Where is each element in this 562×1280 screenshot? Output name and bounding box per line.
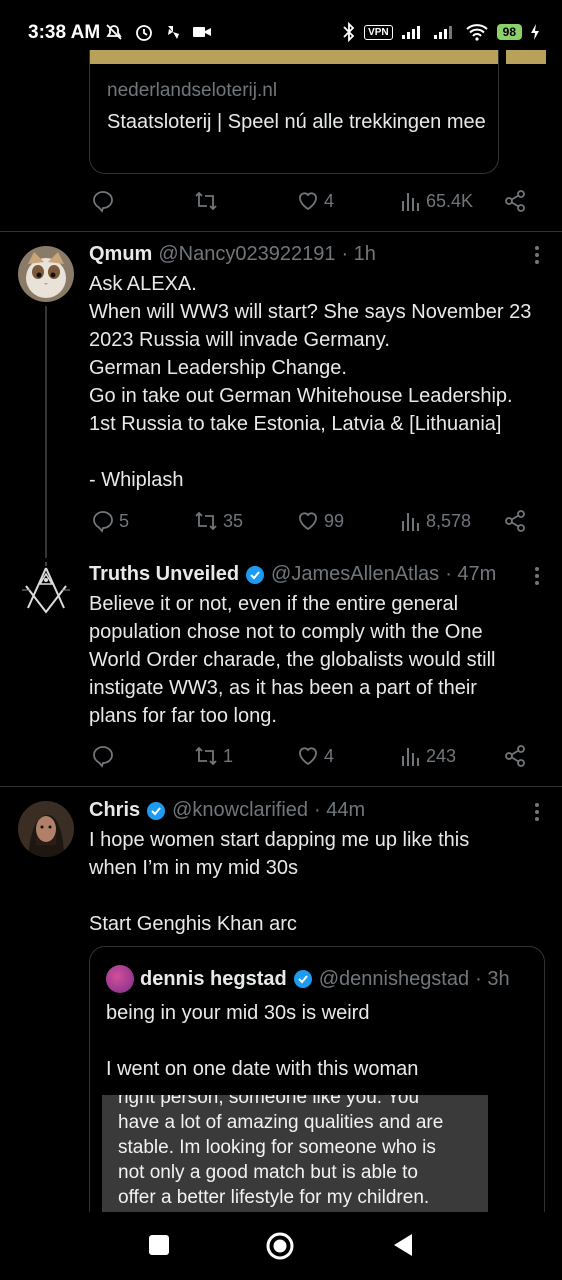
reply-icon <box>91 189 115 213</box>
mute-bell-icon <box>104 22 124 42</box>
quote-author-handle: @dennishegstad <box>318 967 470 990</box>
link-card-title[interactable]: Staatsloterij | Speel nú alle trekkingen… <box>107 108 487 136</box>
heart-icon <box>296 509 320 533</box>
reply-icon <box>91 509 115 533</box>
share-icon <box>503 509 527 533</box>
quote-image[interactable]: right person, someone like you. You have… <box>102 1095 488 1213</box>
tweet1-actions: 5 35 99 8,578 <box>89 509 539 537</box>
tweet1-text: Ask ALEXA. When will WW3 will start? She… <box>89 273 532 491</box>
quote-time: · 3h <box>475 967 510 990</box>
tweet0-actions: 4 65.4K <box>89 189 539 217</box>
views-button[interactable]: 8,578 <box>400 509 471 533</box>
signal-2-icon <box>433 24 457 40</box>
share-icon <box>503 744 527 768</box>
quoted-tweet[interactable]: dennis hegstad @dennishegstad · 3h being… <box>89 946 545 1236</box>
more-options-icon[interactable] <box>534 244 540 272</box>
reply-icon <box>91 744 115 768</box>
tweet-time[interactable]: · 1h <box>341 243 375 266</box>
share-icon <box>503 189 527 213</box>
more-options-icon[interactable] <box>534 565 540 593</box>
verified-badge-icon <box>146 801 166 821</box>
reply-button[interactable]: 5 <box>91 509 129 533</box>
navigation-bar <box>0 1212 562 1280</box>
wifi-icon <box>465 23 489 41</box>
views-chart-icon <box>400 744 422 768</box>
divider <box>0 786 562 787</box>
link-card-image-next[interactable] <box>506 50 546 64</box>
tweet2-header: Truths Unveiled @JamesAllenAtlas · 47m <box>89 563 496 586</box>
quote-author-name: dennis hegstad <box>140 967 287 990</box>
verified-badge-icon <box>293 969 313 989</box>
tweet3-text: I hope women start dapping me up like th… <box>89 829 470 935</box>
retweet-icon <box>193 744 219 768</box>
retweet-icon <box>193 509 219 533</box>
tweet-time[interactable]: · 47m <box>445 563 496 586</box>
charging-icon <box>530 23 540 41</box>
share-button[interactable] <box>503 189 527 213</box>
quote-avatar <box>106 965 134 993</box>
author-handle[interactable]: @Nancy023922191 <box>158 243 335 266</box>
signal-icon <box>401 24 425 40</box>
views-chart-icon <box>400 509 422 533</box>
avatar[interactable] <box>18 246 74 302</box>
alarm-icon <box>134 22 154 42</box>
heart-icon <box>296 189 320 213</box>
home-circle-icon[interactable] <box>266 1232 294 1265</box>
verified-badge-icon <box>245 565 265 585</box>
author-name[interactable]: Truths Unveiled <box>89 563 239 586</box>
author-handle[interactable]: @JamesAllenAtlas <box>271 563 439 586</box>
video-camera-icon <box>192 24 212 40</box>
quote-text: being in your mid 30s is weird I went on… <box>106 1002 419 1080</box>
divider <box>0 231 562 232</box>
reply-button[interactable] <box>91 744 119 768</box>
views-button[interactable]: 243 <box>400 744 456 768</box>
avatar[interactable] <box>18 801 74 857</box>
like-button[interactable]: 99 <box>296 509 344 533</box>
heart-icon <box>296 744 320 768</box>
like-button[interactable]: 4 <box>296 189 334 213</box>
bluetooth-icon <box>342 22 356 42</box>
reply-button[interactable] <box>91 189 119 213</box>
tweet2-text: Believe it or not, even if the entire ge… <box>89 593 496 727</box>
retweet-button[interactable]: 35 <box>193 509 243 533</box>
tweet-time[interactable]: · 44m <box>314 799 365 822</box>
tweet3-header: Chris @knowclarified · 44m <box>89 799 365 822</box>
vpn-badge: VPN <box>364 24 393 40</box>
views-button[interactable]: 65.4K <box>400 189 473 213</box>
fan-icon <box>164 23 182 41</box>
tweet2-actions: 1 4 243 <box>89 744 539 772</box>
link-card-domain[interactable]: nederlandseloterij.nl <box>107 80 277 102</box>
battery-level: 98 <box>496 24 522 40</box>
like-button[interactable]: 4 <box>296 744 334 768</box>
share-button[interactable] <box>503 509 527 533</box>
views-chart-icon <box>400 189 422 213</box>
avatar[interactable] <box>18 562 74 618</box>
recents-square-icon[interactable] <box>148 1232 170 1263</box>
retweet-icon <box>193 189 219 213</box>
thread-line <box>45 306 47 558</box>
more-options-icon[interactable] <box>534 801 540 829</box>
author-name[interactable]: Qmum <box>89 243 152 266</box>
retweet-button[interactable] <box>193 189 223 213</box>
retweet-button[interactable]: 1 <box>193 744 233 768</box>
back-triangle-icon[interactable] <box>392 1232 414 1263</box>
author-handle[interactable]: @knowclarified <box>172 799 308 822</box>
quote-header: dennis hegstad @dennishegstad · 3h <box>106 965 510 993</box>
author-name[interactable]: Chris <box>89 799 140 822</box>
tweet1-header: Qmum @Nancy023922191 · 1h <box>89 243 376 266</box>
share-button[interactable] <box>503 744 527 768</box>
status-time: 3:38 AM <box>28 22 101 43</box>
